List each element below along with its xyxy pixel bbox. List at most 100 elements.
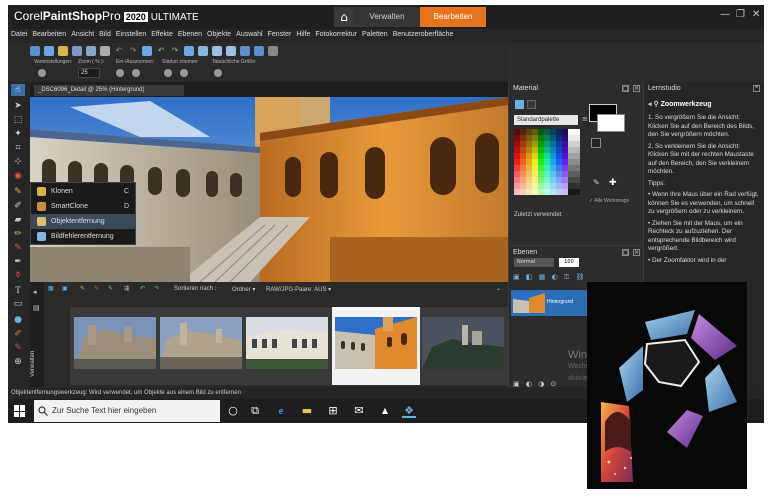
copy-icon[interactable] — [142, 45, 152, 56]
close-icon[interactable]: × — [753, 85, 760, 92]
crop-icon[interactable] — [198, 45, 208, 56]
edit-tag-icon[interactable]: ✎ — [80, 285, 85, 292]
menu-help[interactable]: Hilfe — [293, 29, 312, 38]
menu-edit[interactable]: Bearbeiten — [29, 29, 68, 38]
airbrush-tool-icon[interactable]: ✎ — [11, 342, 25, 354]
crop-tool-icon[interactable]: ⌗ — [11, 142, 25, 154]
zoom-more-in-button[interactable] — [180, 69, 188, 77]
paste-icon[interactable] — [184, 45, 194, 56]
new-image-icon[interactable] — [44, 45, 54, 56]
menu-image[interactable]: Bild — [96, 29, 113, 38]
menu-objects[interactable]: Objekte — [204, 29, 233, 38]
save-as-icon[interactable] — [86, 45, 96, 56]
collapse-icon[interactable]: ◂ — [33, 288, 37, 296]
thumbnail-item-selected[interactable] — [332, 307, 420, 385]
task-view-icon[interactable]: ⧉ — [248, 404, 262, 418]
document-tab[interactable]: _DSC6096_Detail @ 25% (Hintergrund) — [34, 85, 184, 96]
menu-layers[interactable]: Ebenen — [175, 29, 204, 38]
frame-icon[interactable] — [515, 100, 524, 109]
back-icon[interactable]: ◂ — [648, 101, 652, 108]
navigation-icon[interactable]: ▤ — [33, 304, 40, 312]
grid-icon[interactable] — [268, 45, 278, 56]
palette-menu-icon[interactable]: ≡ — [582, 115, 588, 123]
menu-selection[interactable]: Auswahl — [233, 29, 264, 38]
clone-tool-icon[interactable]: ✎ — [11, 186, 25, 198]
restore-icon[interactable]: □ — [622, 85, 629, 92]
warp-tool-icon[interactable]: ● — [11, 314, 25, 326]
undo-icon[interactable]: ↶ — [114, 46, 124, 56]
zoom-out-button[interactable] — [116, 69, 124, 77]
app-icon[interactable]: ▲ — [378, 404, 392, 418]
zoom-more-out-button[interactable] — [164, 69, 172, 77]
mail-icon[interactable]: ✉ — [352, 404, 366, 418]
minimize-icon[interactable]: — — [720, 9, 730, 20]
paintshop-taskbar-icon[interactable]: ❖ — [402, 404, 416, 418]
remove-icon[interactable]: ✎ — [94, 285, 99, 292]
swatches-icon[interactable] — [527, 100, 536, 109]
add-swatch-icon[interactable]: ✚ — [609, 178, 617, 188]
batch-icon[interactable]: ⇶ — [124, 285, 129, 292]
menu-photo-correction[interactable]: Fotokorrektur — [312, 29, 359, 38]
background-color[interactable] — [597, 114, 625, 132]
color-swatch[interactable] — [574, 189, 580, 195]
explorer-icon[interactable]: ▬ — [300, 404, 314, 418]
store-icon[interactable]: ⊞ — [326, 404, 340, 418]
add-tool-icon[interactable]: ⊕ — [11, 356, 25, 368]
brush-tool-icon[interactable]: ✐ — [11, 200, 25, 212]
rotate-left-icon[interactable]: ↶ — [140, 285, 145, 292]
shape-tool-icon[interactable]: ▭ — [11, 298, 25, 310]
flyout-item-clone[interactable]: Klonen C — [31, 184, 135, 199]
sort-dropdown[interactable]: Ordner ▾ — [232, 286, 255, 293]
color-swatches[interactable] — [514, 129, 581, 197]
thumbnail-item[interactable] — [160, 317, 242, 369]
apply-icon[interactable]: ✎ — [108, 285, 113, 292]
layer-new-icon[interactable]: ▣ — [513, 273, 520, 281]
menu-user-interface[interactable]: Benutzeroberfläche — [390, 29, 456, 38]
pen-tool-icon[interactable]: ✐ — [11, 328, 25, 340]
color-replacer-icon[interactable]: ✎ — [11, 242, 25, 254]
layer-blend-icon[interactable]: ◐ — [552, 273, 558, 281]
thumbnail-item[interactable] — [422, 317, 504, 369]
undo-history-icon[interactable]: ↶ — [156, 46, 166, 56]
auto-selection-icon[interactable]: ✦ — [11, 128, 25, 140]
chevron-down-icon[interactable]: ⌄ — [496, 285, 501, 292]
pan-tool-icon[interactable]: ☝ — [11, 84, 25, 96]
rotate-right-icon[interactable]: ↷ — [154, 285, 159, 292]
red-eye-tool-icon[interactable]: ◉ — [11, 170, 25, 182]
menu-view[interactable]: Ansicht — [68, 29, 96, 38]
opacity-input[interactable]: 100 — [559, 258, 579, 267]
save-icon[interactable] — [72, 45, 82, 56]
restore-icon[interactable]: □ — [622, 249, 629, 256]
print-icon[interactable] — [100, 45, 110, 56]
redo-icon[interactable]: ↷ — [128, 46, 138, 56]
menu-palettes[interactable]: Paletten — [359, 29, 390, 38]
actual-size-button[interactable] — [214, 69, 222, 77]
edge-icon[interactable]: e — [274, 404, 288, 418]
flyout-item-smartclone[interactable]: SmartClone D — [31, 199, 135, 214]
menu-file[interactable]: Datei — [8, 29, 29, 38]
redo-history-icon[interactable]: ↷ — [170, 46, 180, 56]
selection-tool-icon[interactable]: ⬚ — [11, 114, 25, 126]
fit-window-icon[interactable] — [240, 45, 250, 56]
tab-edit[interactable]: Bearbeiten — [420, 7, 486, 27]
restore-icon[interactable]: ❐ — [736, 9, 745, 20]
thumbnail-item[interactable] — [74, 317, 156, 369]
cortana-icon[interactable]: ○ — [226, 404, 240, 418]
open-folder-icon[interactable] — [58, 45, 68, 56]
zoom-in-button[interactable] — [132, 69, 140, 77]
zoom-out-icon[interactable] — [226, 45, 236, 56]
full-screen-icon[interactable] — [254, 45, 264, 56]
layer-mask-icon[interactable]: ◧ — [526, 273, 533, 281]
start-button[interactable] — [14, 405, 26, 417]
info-view-icon[interactable]: ▣ — [62, 285, 68, 292]
layer-row-background[interactable]: Hintergrund — [511, 290, 591, 316]
fill-tool-icon[interactable]: ⚱ — [11, 270, 25, 282]
eraser-tool-icon[interactable]: ▰ — [11, 214, 25, 226]
close-icon[interactable]: ✕ — [752, 9, 760, 20]
new-file-icon[interactable] — [30, 45, 40, 56]
foreground-background-swatch[interactable] — [589, 104, 629, 132]
presets-dropdown-icon[interactable] — [38, 69, 46, 77]
menu-adjust[interactable]: Einstellen — [113, 29, 148, 38]
thumbnail-view-icon[interactable]: ▦ — [48, 285, 54, 292]
flyout-item-object-remover[interactable]: Objektentfernung — [31, 214, 135, 229]
